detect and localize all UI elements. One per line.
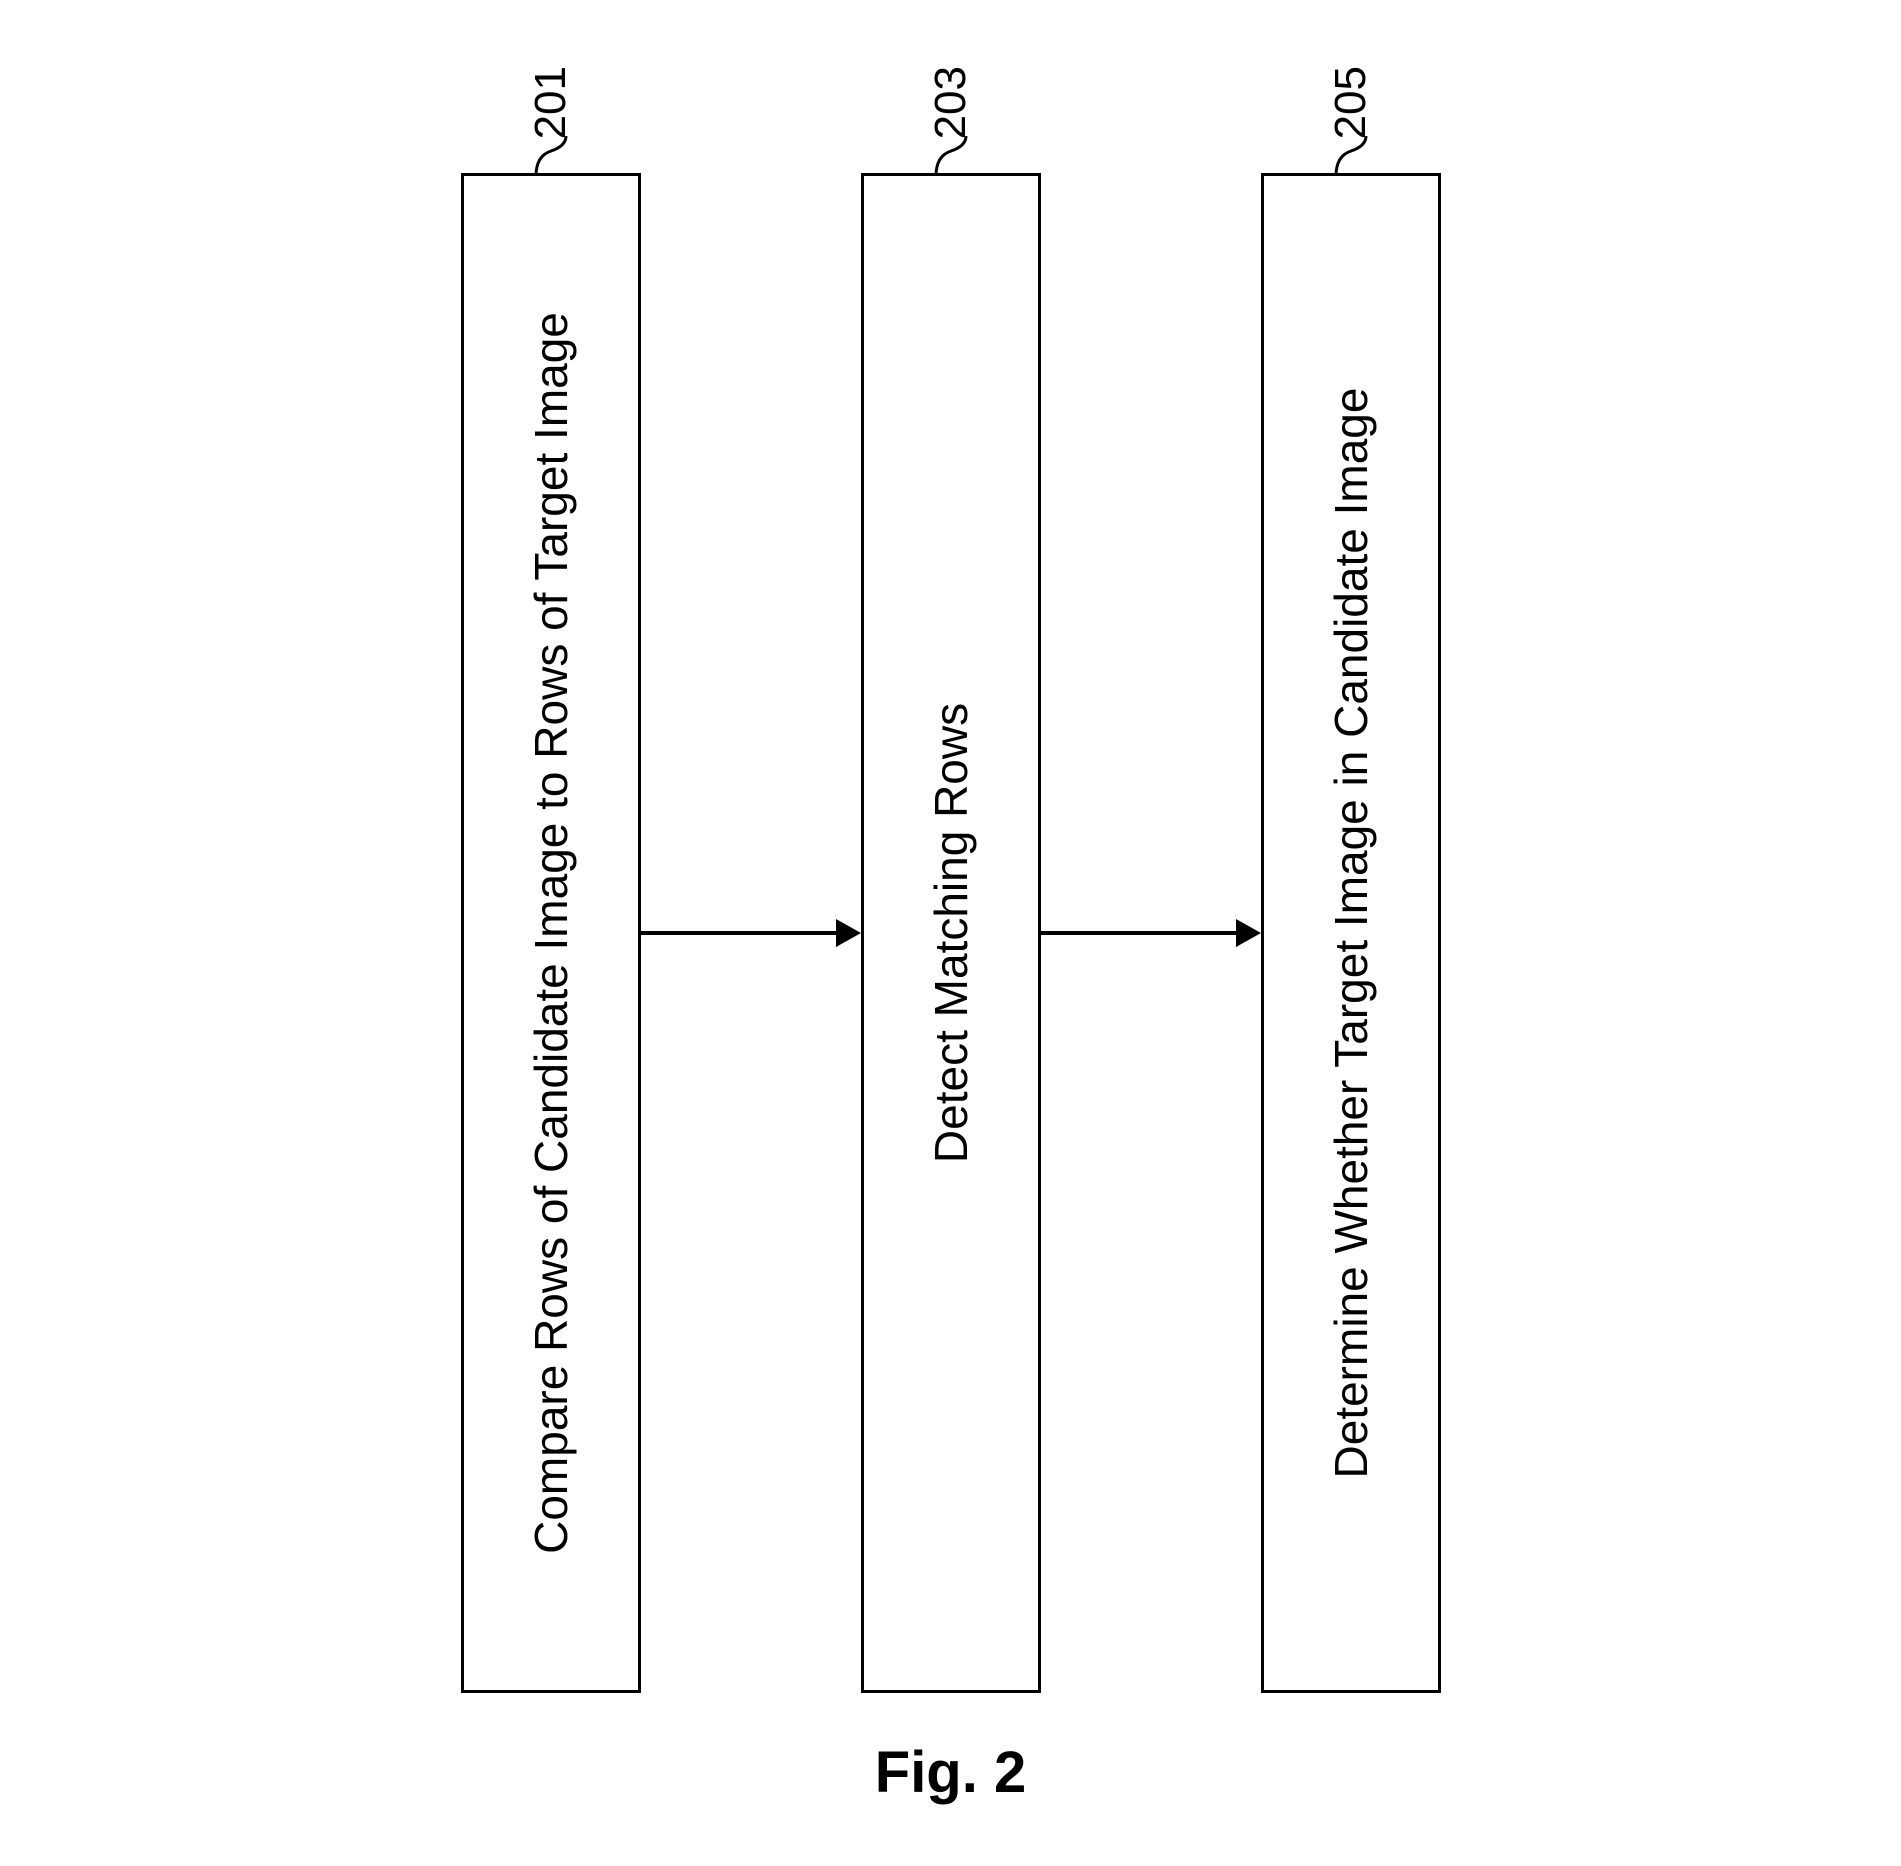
flow-step-text: Determine Whether Target Image in Candid… [1324, 388, 1378, 1479]
arrow-icon [1041, 913, 1261, 953]
flow-step-detect: Detect Matching Rows 203 [861, 173, 1041, 1693]
flow-step-label: 203 [926, 66, 976, 139]
flow-step-label: 205 [1326, 66, 1376, 139]
label-connector-icon [1326, 136, 1376, 176]
flow-step-determine: Determine Whether Target Image in Candid… [1261, 173, 1441, 1693]
flow-step-text: Detect Matching Rows [924, 703, 978, 1163]
flow-step-text: Compare Rows of Candidate Image to Rows … [524, 312, 578, 1554]
flow-step-label: 201 [526, 66, 576, 139]
figure-caption: Fig. 2 [875, 1739, 1026, 1806]
flowchart-container: Compare Rows of Candidate Image to Rows … [461, 133, 1441, 1733]
flow-step-compare: Compare Rows of Candidate Image to Rows … [461, 173, 641, 1693]
label-connector-icon [526, 136, 576, 176]
label-connector-icon [926, 136, 976, 176]
arrow-icon [641, 913, 861, 953]
